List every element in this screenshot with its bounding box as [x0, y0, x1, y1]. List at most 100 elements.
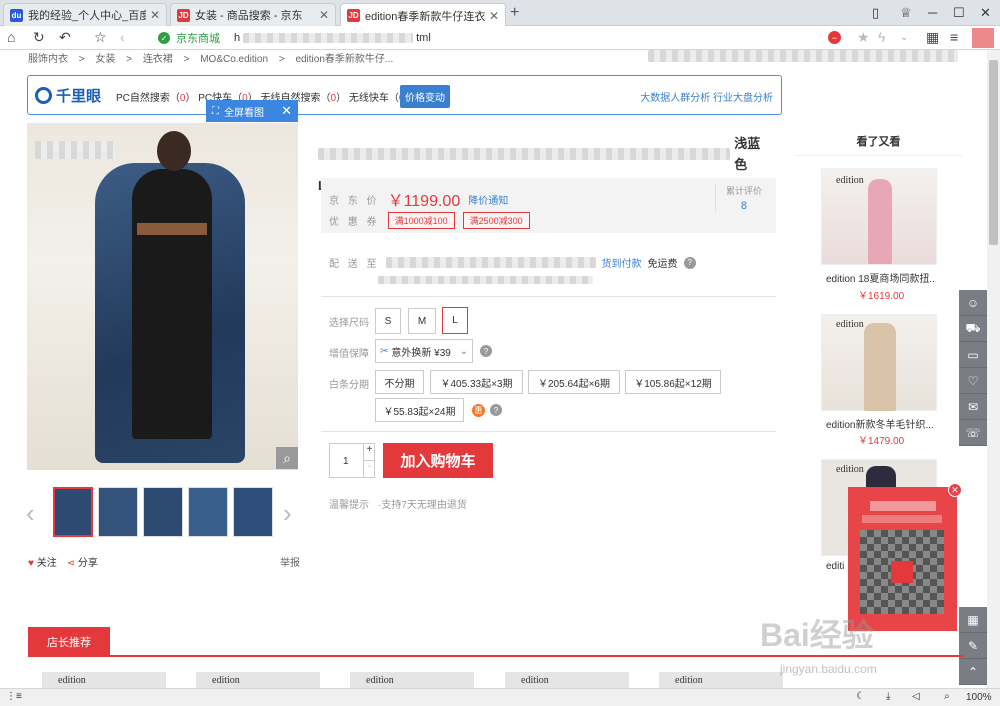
recommend-name[interactable]: editi: [826, 561, 850, 572]
close-icon[interactable]: ✕: [319, 8, 329, 22]
home-icon[interactable]: ⌂: [7, 29, 15, 45]
edit-icon[interactable]: ✎: [959, 633, 987, 659]
close-icon[interactable]: ✕: [281, 103, 292, 119]
message-icon[interactable]: ✉: [959, 394, 987, 420]
installment-option[interactable]: 不分期: [375, 370, 424, 394]
side-toolbar-bottom: ▦ ✎ ⌃: [959, 607, 987, 685]
price-change-button[interactable]: 价格变动: [400, 85, 450, 108]
black-dress: [132, 169, 212, 439]
new-tab-button[interactable]: +: [510, 4, 519, 22]
tab-shop-recommend[interactable]: 店长推荐: [28, 627, 110, 657]
industry-link[interactable]: 行业大盘分析: [713, 93, 773, 104]
installment-option[interactable]: ￥205.64起×6期: [528, 370, 620, 394]
maximize-button[interactable]: ☐: [953, 5, 965, 21]
menu-icon[interactable]: ≡: [950, 29, 958, 45]
prev-arrow-icon[interactable]: ‹: [26, 498, 35, 529]
star-icon[interactable]: ☆: [94, 29, 107, 46]
review-count[interactable]: 累计评价 8: [714, 184, 762, 212]
lightning-icon[interactable]: ϟ: [878, 29, 885, 45]
installment-option[interactable]: ￥405.33起×3期: [430, 370, 523, 394]
block-icon[interactable]: −: [828, 31, 841, 44]
share-button[interactable]: ⋖ 分享: [67, 554, 98, 569]
tab-baidu-jingyan[interactable]: du 我的经验_个人中心_百度经验 ✕: [3, 3, 167, 26]
tab-jd-search[interactable]: JD 女装 - 商品搜索 - 京东 ✕: [170, 3, 336, 26]
zoom-icon[interactable]: ⌕: [944, 691, 950, 702]
tab-jd-product[interactable]: JD edition春季新款牛仔连衣裙E/ ✕: [340, 3, 506, 27]
recommend-image[interactable]: edition: [821, 314, 937, 411]
help-icon[interactable]: ?: [480, 345, 492, 357]
blurred-popup-text: [870, 501, 936, 511]
blurred-address[interactable]: [385, 257, 596, 268]
sidebar-toggle-icon[interactable]: ⋮≡: [6, 691, 22, 702]
shirt-icon[interactable]: ♕: [900, 5, 912, 21]
thumbnail[interactable]: [188, 487, 228, 537]
minimize-button[interactable]: ─: [928, 5, 937, 20]
fullscreen-view-button[interactable]: ⛶ 全屏看图 ✕: [206, 100, 298, 122]
thumbnail[interactable]: [233, 487, 273, 537]
help-icon[interactable]: ?: [490, 404, 502, 416]
scrollbar-thumb[interactable]: [989, 60, 998, 245]
quantity-stepper[interactable]: 1 + -: [329, 443, 375, 478]
jd-icon: JD: [177, 8, 190, 22]
window-menu-icon[interactable]: ▯: [872, 5, 879, 21]
recommend-name[interactable]: edition新款冬羊毛针织...: [826, 416, 936, 431]
eye-icon: [35, 87, 52, 104]
size-option-s[interactable]: S: [375, 308, 401, 334]
back-icon[interactable]: ‹: [120, 29, 125, 45]
blurred-title: [318, 148, 731, 160]
favorite-star-icon[interactable]: ★: [857, 29, 870, 46]
add-to-cart-button[interactable]: 加入购物车: [383, 443, 493, 478]
reload-icon[interactable]: ↻: [33, 29, 45, 46]
heart-icon[interactable]: ♡: [959, 368, 987, 394]
user-icon[interactable]: ☺: [959, 290, 987, 316]
cart-icon[interactable]: ⛟: [959, 316, 987, 342]
coupon-badge[interactable]: 满1000减100: [387, 212, 455, 229]
close-icon[interactable]: ✕: [150, 8, 160, 22]
recommend-image[interactable]: edition: [821, 168, 937, 265]
url-field[interactable]: ✓ 京东商城 h tml: [158, 28, 818, 48]
fullscreen-icon: ⛶: [212, 105, 219, 117]
share-icon: ⋖: [66, 558, 76, 569]
close-icon[interactable]: ✕: [489, 9, 499, 23]
moon-icon[interactable]: ☾: [856, 691, 865, 702]
coupon-badge[interactable]: 满2500减300: [462, 212, 530, 229]
recommend-price: ￥1619.00: [858, 291, 905, 302]
follow-button[interactable]: ♥ 关注: [28, 554, 57, 569]
ticket-icon[interactable]: ▭: [959, 342, 987, 368]
report-link[interactable]: 举报: [280, 554, 300, 569]
divider: [321, 296, 776, 297]
next-arrow-icon[interactable]: ›: [283, 498, 292, 529]
close-window-button[interactable]: ✕: [980, 5, 991, 21]
chat-icon[interactable]: ☏: [959, 420, 987, 446]
qianliyan-bar: 千里眼 PC自然搜索（0） PC快车（0） 无线自然搜索（0） 无线快车（0） …: [27, 75, 782, 115]
qianliyan-logo: 千里眼: [35, 85, 101, 106]
download-icon[interactable]: ⤓: [886, 691, 890, 702]
close-icon[interactable]: ✕: [948, 483, 962, 497]
undo-icon[interactable]: ↶: [59, 29, 71, 46]
thumbnail[interactable]: [98, 487, 138, 537]
chevron-down-icon: ⌄: [459, 345, 468, 357]
sound-icon[interactable]: ◁: [912, 691, 920, 702]
main-product-image[interactable]: [27, 123, 298, 470]
grid-icon[interactable]: ▦: [926, 29, 939, 46]
thumbnail[interactable]: [53, 487, 93, 537]
zoom-icon[interactable]: ⌕: [276, 447, 298, 469]
installment-option[interactable]: ￥55.83起×24期: [375, 398, 464, 422]
belt: [137, 223, 207, 235]
big-data-link[interactable]: 大数据人群分析: [640, 93, 710, 104]
dropdown-icon[interactable]: ⌄: [900, 32, 908, 43]
size-option-l[interactable]: L: [442, 307, 468, 334]
size-option-m[interactable]: M: [408, 308, 436, 334]
increment-button[interactable]: +: [363, 444, 375, 461]
installment-option[interactable]: ￥105.86起×12期: [625, 370, 721, 394]
recommend-name[interactable]: edition 18夏商场同款扭...: [826, 270, 936, 285]
qrcode-icon[interactable]: ▦: [959, 607, 987, 633]
price-notify-link[interactable]: 降价通知: [468, 192, 508, 207]
baidu-watermark-url: jingyan.baidu.com: [780, 662, 877, 676]
thumbnail[interactable]: [143, 487, 183, 537]
back-to-top-icon[interactable]: ⌃: [959, 659, 987, 685]
help-icon[interactable]: ?: [683, 256, 696, 269]
zoom-level[interactable]: 100%: [966, 692, 992, 703]
decrement-button[interactable]: -: [363, 461, 375, 477]
warranty-select[interactable]: ✂ 意外换新 ¥39 ⌄: [375, 339, 473, 363]
